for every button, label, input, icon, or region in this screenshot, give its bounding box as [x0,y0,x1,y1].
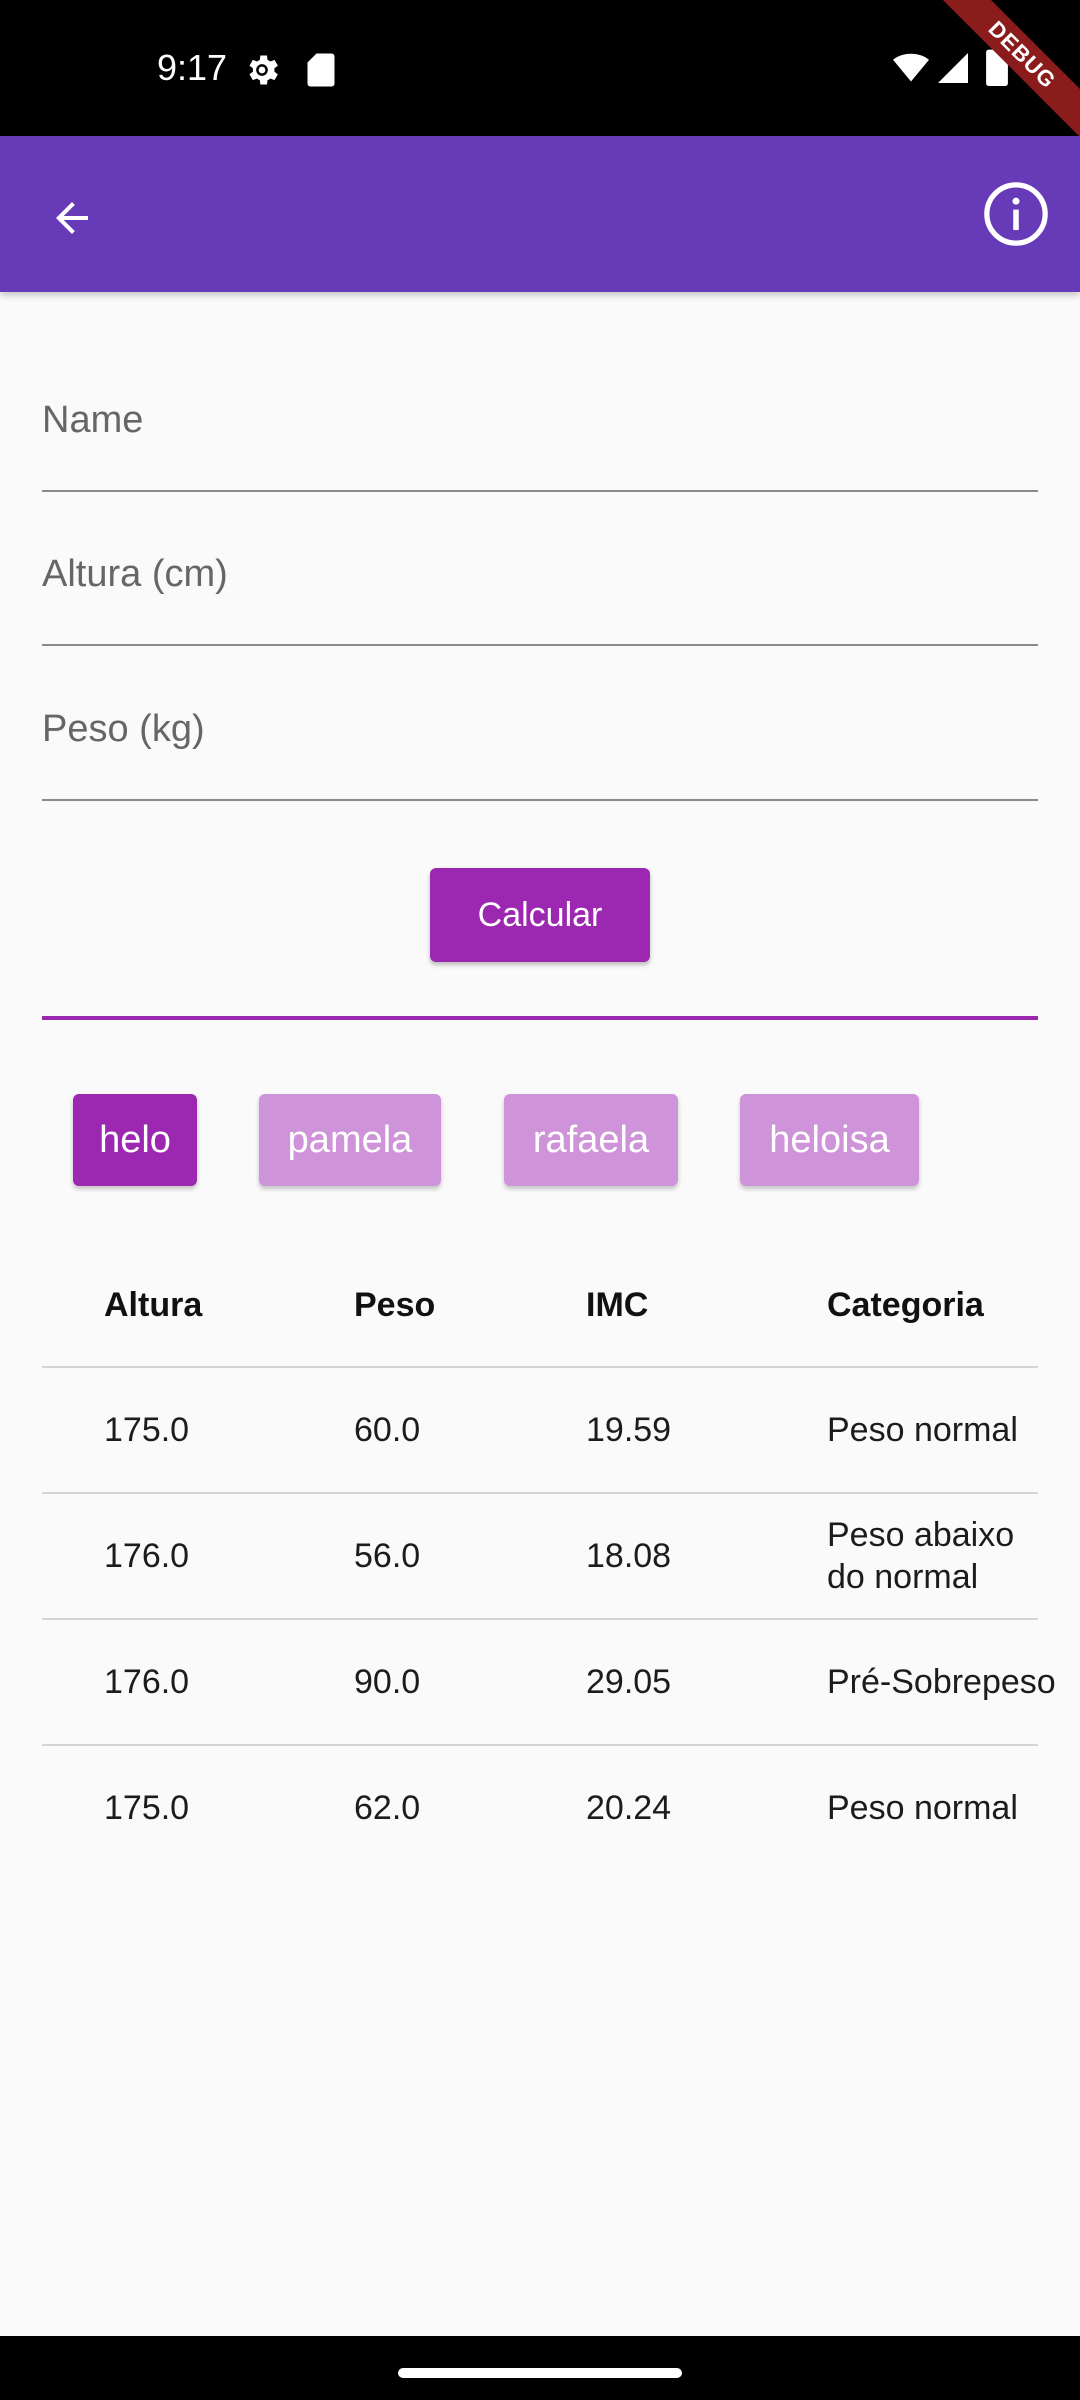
header-altura: Altura [104,1286,203,1324]
cell-categoria: Peso abaixo do normal [827,1516,1015,1596]
sd-card-icon [307,53,335,87]
status-time: 9:17 [157,47,228,88]
info-button[interactable] [974,172,1058,256]
status-bar: 9:17 DEBUG [0,0,1080,152]
cell-altura: 176.0 [104,1537,190,1575]
table-row: 175.0 60.0 19.59 Peso normal [42,1368,1038,1494]
height-input[interactable] [42,544,1038,604]
cell-signal-icon [938,53,968,83]
person-chip-rafaela[interactable]: rafaela [504,1094,678,1186]
header-imc: IMC [586,1286,649,1324]
table-row: 175.0 62.0 20.24 Peso normal [42,1746,1038,1870]
settings-gear-icon [249,55,278,85]
table-header: Altura Peso IMC Categoria [42,1244,1038,1368]
weight-field [42,649,1038,801]
battery-icon [986,46,1008,86]
cell-imc: 29.05 [586,1663,672,1701]
cell-peso: 56.0 [354,1537,421,1575]
person-chip-pamela[interactable]: pamela [259,1094,441,1186]
header-peso: Peso [354,1286,436,1324]
calculate-button[interactable]: Calcular [430,868,650,962]
app-screen: 9:17 DEBUG Name Altura (cm) Peso (kg) Ca… [0,0,1080,2400]
table-row: 176.0 56.0 18.08 Peso abaixo do normal [42,1494,1038,1620]
cell-imc: 19.59 [586,1411,672,1449]
cell-categoria: Peso normal [827,1789,1018,1827]
header-categoria: Categoria [827,1286,984,1324]
cell-imc: 18.08 [586,1537,672,1575]
wifi-icon [893,53,929,82]
name-input[interactable] [42,390,1038,450]
cell-categoria: Peso normal [827,1411,1018,1449]
table-row: 176.0 90.0 29.05 Pré-Sobrepeso [42,1620,1056,1746]
cell-altura: 175.0 [104,1411,190,1449]
back-button[interactable] [30,176,114,260]
person-chip-heloisa[interactable]: heloisa [740,1094,919,1186]
weight-input[interactable] [42,699,1038,759]
home-gesture-handle[interactable] [398,2368,682,2378]
person-chip-helo[interactable]: helo [73,1094,197,1186]
height-field [42,494,1038,646]
cell-peso: 62.0 [354,1789,421,1827]
info-outline-icon [984,182,1048,246]
cell-peso: 60.0 [354,1411,421,1449]
cell-categoria: Pré-Sobrepeso [827,1663,1056,1701]
system-nav-bar [0,2336,1080,2400]
name-field [42,340,1038,492]
cell-imc: 20.24 [586,1789,672,1827]
cell-altura: 175.0 [104,1789,190,1827]
cell-peso: 90.0 [354,1663,421,1701]
section-divider [42,1016,1038,1020]
cell-altura: 176.0 [104,1663,190,1701]
app-bar [0,136,1080,292]
arrow-back-icon [56,202,88,234]
